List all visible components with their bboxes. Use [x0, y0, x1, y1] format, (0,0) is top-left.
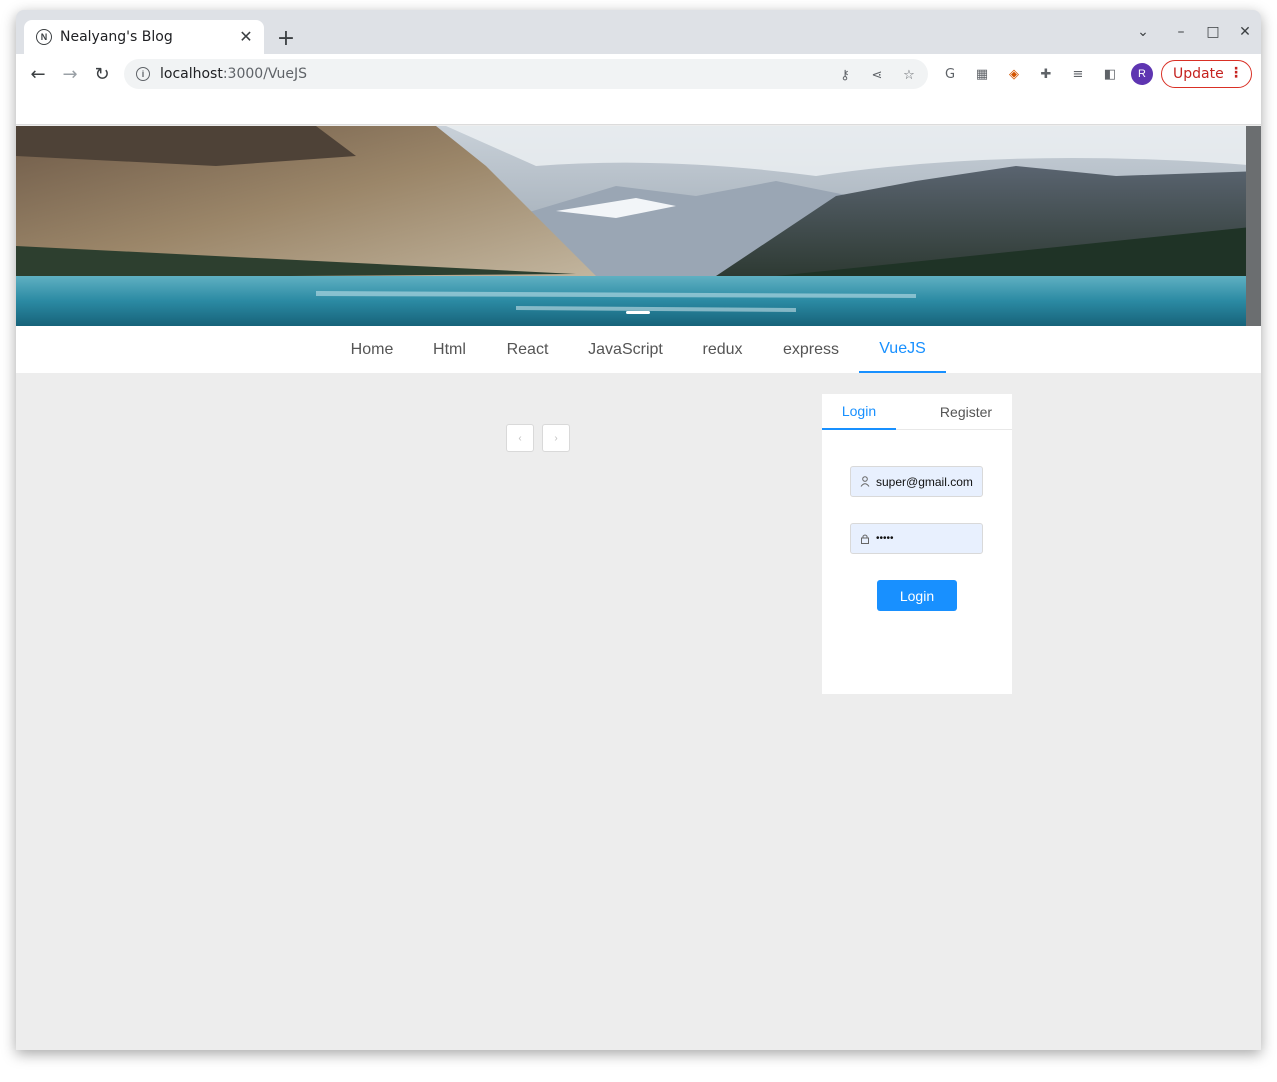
browser-toolbar: ← → ↻ i localhost:3000/VueJS ⚷ ⋖ ☆ G ▦ ◈… — [16, 54, 1261, 94]
address-bar[interactable]: i localhost:3000/VueJS ⚷ ⋖ ☆ — [124, 59, 928, 89]
url-text[interactable]: localhost:3000/VueJS — [160, 66, 307, 82]
password-value: ••••• — [876, 533, 894, 544]
password-field[interactable]: ••••• — [850, 523, 983, 554]
puzzle-icon[interactable]: ✚ — [1037, 65, 1055, 83]
color-extension-icon[interactable]: ◈ — [1005, 65, 1023, 83]
close-window-icon[interactable]: ✕ — [1233, 22, 1257, 42]
share-icon[interactable]: ⋖ — [868, 66, 886, 84]
back-icon[interactable]: ← — [26, 62, 50, 86]
login-submit-button[interactable]: Login — [877, 580, 957, 611]
url-host: localhost — [160, 66, 223, 82]
pagination-prev-button[interactable]: ‹ — [506, 424, 534, 452]
banner-carousel — [16, 126, 1261, 326]
site-favicon-icon: N — [36, 29, 52, 45]
nav-item-vuejs[interactable]: VueJS — [859, 326, 946, 373]
qr-icon[interactable]: ▦ — [973, 65, 991, 83]
browser-window: N Nealyang's Blog ✕ + ⌄ – □ ✕ ← → ↻ i lo… — [16, 10, 1261, 1050]
tab-login[interactable]: Login — [822, 394, 896, 430]
update-label: Update — [1173, 66, 1224, 82]
update-button[interactable]: Update ⋮ — [1161, 60, 1252, 88]
lock-icon — [859, 533, 871, 544]
main-nav: Home Html React JavaScript redux express… — [16, 326, 1261, 373]
page-viewport: Home Html React JavaScript redux express… — [16, 94, 1261, 1050]
nav-item-redux[interactable]: redux — [682, 326, 763, 373]
key-icon[interactable]: ⚷ — [836, 66, 854, 84]
browser-tab[interactable]: N Nealyang's Blog ✕ — [24, 20, 264, 54]
info-icon[interactable]: i — [136, 67, 150, 81]
carousel-indicator[interactable] — [626, 311, 650, 314]
login-card: Login Register super@gmail.com ••••• Log… — [822, 394, 1012, 694]
reading-list-icon[interactable]: ≡ — [1069, 65, 1087, 83]
page-top-bar — [16, 94, 1261, 125]
nav-item-html[interactable]: Html — [413, 326, 486, 373]
email-field[interactable]: super@gmail.com — [850, 466, 983, 497]
new-tab-button[interactable]: + — [274, 26, 298, 51]
tab-register[interactable]: Register — [928, 394, 1004, 430]
tab-strip: N Nealyang's Blog ✕ + ⌄ – □ ✕ — [16, 10, 1261, 54]
google-icon[interactable]: G — [941, 65, 959, 83]
side-panel-icon[interactable]: ◧ — [1101, 65, 1119, 83]
banner-image — [16, 126, 1261, 326]
maximize-icon[interactable]: □ — [1201, 22, 1225, 42]
tab-search-icon[interactable]: ⌄ — [1131, 22, 1155, 42]
reload-icon[interactable]: ↻ — [90, 62, 114, 86]
tab-close-icon[interactable]: ✕ — [236, 27, 256, 47]
pagination-next-button[interactable]: › — [542, 424, 570, 452]
avatar[interactable]: R — [1131, 63, 1153, 85]
url-path: :3000/VueJS — [222, 66, 308, 82]
nav-item-javascript[interactable]: JavaScript — [569, 326, 682, 373]
forward-icon[interactable]: → — [58, 62, 82, 86]
menu-dots-icon: ⋮ — [1229, 65, 1243, 81]
user-icon — [859, 476, 871, 487]
nav-item-react[interactable]: React — [486, 326, 569, 373]
tab-title: Nealyang's Blog — [60, 29, 173, 45]
nav-item-express[interactable]: express — [763, 326, 859, 373]
star-icon[interactable]: ☆ — [900, 66, 918, 84]
email-value: super@gmail.com — [876, 474, 973, 489]
login-tabs: Login Register — [822, 394, 1012, 430]
nav-item-home[interactable]: Home — [331, 326, 413, 373]
minimize-icon[interactable]: – — [1169, 22, 1193, 42]
